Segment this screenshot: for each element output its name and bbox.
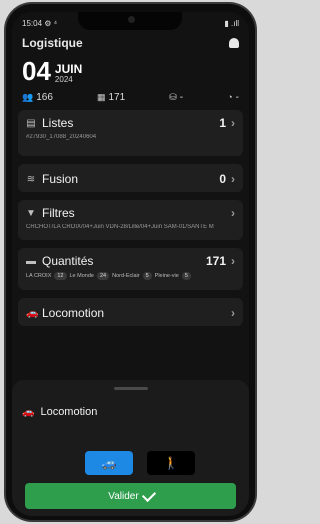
status-right: ▮ .ıll — [224, 18, 239, 28]
mode-car-button[interactable]: 🚙 — [85, 451, 133, 475]
quantity-chips: LA CROIX 12 Le Monde 24 Nord-Eclair 5 Plein… — [26, 272, 235, 280]
card-listes-count: 1 — [219, 116, 226, 130]
card-filtres-sub: CRCHOT/LA CROIX/04+Juin VDN-28/Lille/04+… — [26, 224, 214, 230]
car-icon: 🚗 — [22, 406, 35, 418]
card-quantites-label: Quantités — [42, 254, 94, 268]
stat-binoculars: ⛁ - — [169, 92, 183, 103]
stat-people: 👥 166 — [22, 92, 53, 103]
chip-badge: 12 — [54, 272, 67, 280]
date-year: 2024 — [54, 75, 73, 84]
grid-icon: ▦ — [96, 91, 106, 102]
date-month: JUIN — [54, 62, 83, 76]
stat-clock-value: - — [235, 91, 239, 103]
sheet-title: 🚗 Locomotion — [22, 406, 97, 418]
chip-label: Pleine-vie — [154, 273, 179, 279]
phone-frame: 15:04 ⚙ ⁴ ▮ .ıll Logistique 04 JUIN 2024… — [6, 4, 255, 520]
quantity-chip: LA CROIX 12 — [26, 272, 67, 280]
validate-label: Valider — [108, 490, 139, 502]
chip-label: LA CROIX — [26, 273, 52, 279]
quantity-chip: Pleine-vie 5 — [155, 272, 191, 280]
camera — [128, 16, 135, 23]
card-fusion[interactable]: ≋ Fusion 0 › — [18, 164, 243, 192]
sheet-title-label: Locomotion — [40, 406, 98, 418]
status-time: 15:04 — [22, 18, 43, 28]
bell-icon[interactable] — [229, 38, 239, 48]
chevron-right-icon: › — [231, 206, 235, 220]
app-title: Logistique — [22, 36, 83, 50]
card-filtres[interactable]: ▼ Filtres › CRCHOT/LA CROIX/04+Juin VDN-… — [18, 200, 243, 240]
filter-icon: ▼ — [26, 207, 36, 219]
stack-icon: ▬ — [26, 255, 36, 267]
header: Logistique 04 JUIN 2024 👥 166 ▦ 171 ⛁ - … — [12, 34, 249, 104]
card-listes[interactable]: ▤ Listes 1 › #27930_17088_20240604 — [18, 110, 243, 156]
mode-walk-button[interactable]: 🚶 — [147, 451, 195, 475]
stat-people-value: 166 — [36, 91, 53, 103]
chevron-right-icon: › — [231, 172, 235, 186]
walk-icon: 🚶 — [163, 456, 179, 470]
card-locomotion[interactable]: 🚗 Locomotion › — [18, 298, 243, 326]
chip-label: Nord-Eclair — [112, 273, 140, 279]
chevron-right-icon: › — [231, 254, 235, 268]
check-icon — [141, 487, 156, 502]
card-quantites[interactable]: ▬ Quantités 171 › LA CROIX 12 Le Monde 24 … — [18, 248, 243, 290]
chip-badge: 5 — [142, 272, 152, 280]
stat-items: ▦ 171 — [97, 92, 125, 103]
card-fusion-label: Fusion — [42, 172, 79, 186]
stat-binoculars-value: - — [179, 91, 184, 103]
chevron-right-icon: › — [231, 306, 235, 320]
quantity-chip: Le Monde 24 — [70, 272, 110, 280]
quantity-chip: Nord-Eclair 5 — [112, 272, 152, 280]
card-fusion-count: 0 — [219, 172, 226, 186]
status-extra: ⚙ ⁴ — [44, 18, 58, 28]
card-filtres-label: Filtres — [42, 206, 75, 220]
people-icon: 👥 — [22, 91, 34, 102]
chevron-right-icon: › — [231, 116, 235, 130]
chip-badge: 24 — [96, 272, 110, 280]
date-day: 04 — [22, 56, 51, 86]
list-icon: ▤ — [26, 117, 36, 129]
card-listes-label: Listes — [42, 116, 74, 130]
screen: 15:04 ⚙ ⁴ ▮ .ıll Logistique 04 JUIN 2024… — [12, 12, 249, 516]
card-quantites-count: 171 — [205, 254, 226, 268]
car-icon: 🚙 — [101, 456, 117, 470]
stat-clock: ◔ - — [227, 92, 239, 103]
validate-button[interactable]: Valider — [25, 483, 236, 509]
stats-row: 👥 166 ▦ 171 ⛁ - ◔ - — [22, 90, 239, 104]
card-locomotion-label: Locomotion — [42, 306, 105, 320]
layers-icon: ≋ — [26, 173, 36, 185]
drag-handle[interactable] — [114, 387, 148, 390]
car-icon: 🚗 — [26, 307, 39, 319]
stat-items-value: 171 — [108, 91, 126, 103]
card-listes-sub: #27930_17088_20240604 — [26, 134, 97, 140]
date-display: 04 JUIN 2024 — [22, 54, 239, 84]
binoculars-icon: ⛁ — [169, 91, 177, 102]
notch — [78, 12, 182, 30]
chip-label: Le Monde — [69, 273, 94, 279]
locomotion-modes: 🚙 🚶 — [85, 451, 195, 475]
chip-badge: 5 — [181, 272, 191, 280]
clock-icon: ◔ — [227, 92, 233, 102]
